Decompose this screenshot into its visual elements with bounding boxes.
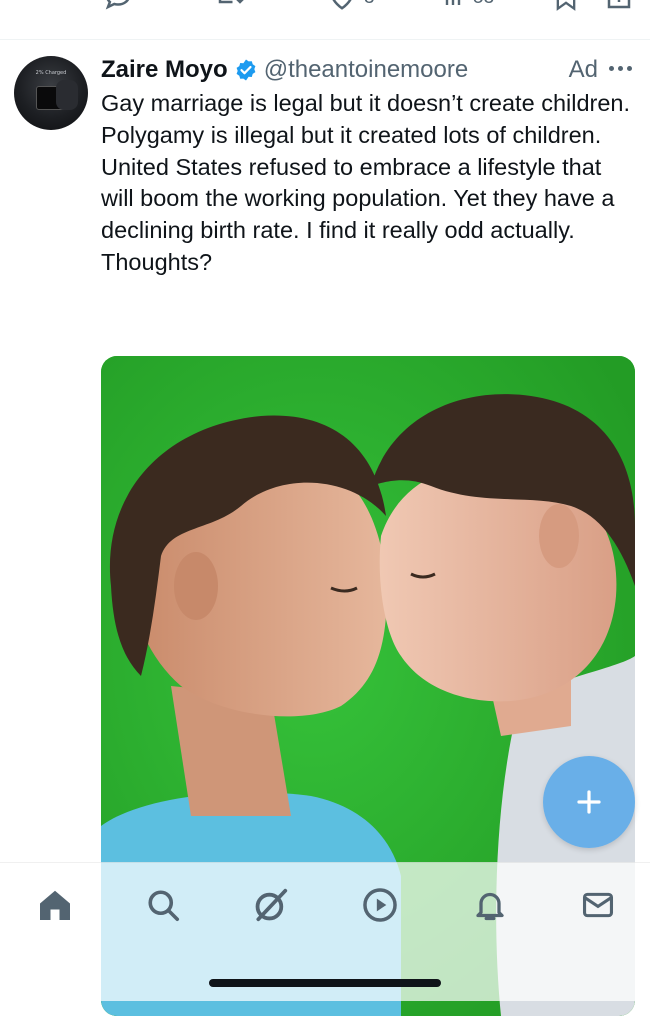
nav-grok[interactable]: [251, 885, 291, 925]
nav-search[interactable]: [143, 885, 183, 925]
grok-icon: [255, 888, 288, 922]
display-name[interactable]: Zaire Moyo: [101, 56, 228, 84]
avatar[interactable]: 2% Charged: [14, 56, 88, 130]
nav-notifications[interactable]: [470, 885, 510, 925]
home-indicator: [209, 979, 441, 987]
nav-messages[interactable]: [578, 885, 618, 925]
compose-button[interactable]: [543, 756, 635, 848]
bookmark-button[interactable]: [552, 0, 580, 12]
previous-tweet-actions: 3 53: [0, 0, 650, 18]
like-count: 3: [364, 0, 375, 7]
avatar-hand-shape: [56, 80, 78, 110]
more-options-icon[interactable]: [609, 66, 632, 71]
mail-icon: [582, 892, 614, 918]
tweet-text-line: Polygamy is illegal but it created lots …: [101, 121, 615, 244]
plus-icon: [577, 790, 601, 814]
ad-label: Ad: [568, 56, 598, 83]
views-button[interactable]: 53: [443, 0, 494, 12]
share-icon: [607, 0, 631, 9]
like-button[interactable]: 3: [326, 0, 375, 12]
bookmark-icon: [556, 0, 576, 11]
tweet-divider: [0, 39, 650, 40]
search-icon: [148, 890, 180, 922]
retweet-icon: [218, 0, 244, 4]
nav-video[interactable]: [360, 885, 400, 925]
retweet-button[interactable]: [214, 0, 246, 12]
share-button[interactable]: [604, 0, 634, 12]
user-handle[interactable]: @theantoinemoore: [264, 56, 469, 84]
tweet-header: Zaire Moyo @theantoinemoore Ad: [101, 54, 636, 86]
views-icon: [445, 0, 461, 5]
nav-home[interactable]: [35, 885, 75, 925]
reply-button[interactable]: [103, 0, 133, 12]
verified-badge-icon: [234, 58, 258, 82]
reply-icon: [105, 0, 130, 10]
heart-icon: [332, 0, 352, 10]
play-icon: [363, 888, 397, 922]
home-icon: [40, 890, 70, 920]
bell-icon: [476, 892, 504, 921]
bottom-nav: [0, 862, 650, 1001]
tweet-text-line: Gay marriage is legal but it doesn’t cre…: [101, 90, 631, 116]
tweet-text-line: Thoughts?: [101, 248, 213, 275]
tweet-text: Gay marriage is legal but it doesn’t cre…: [101, 88, 636, 279]
views-count: 53: [473, 0, 494, 7]
